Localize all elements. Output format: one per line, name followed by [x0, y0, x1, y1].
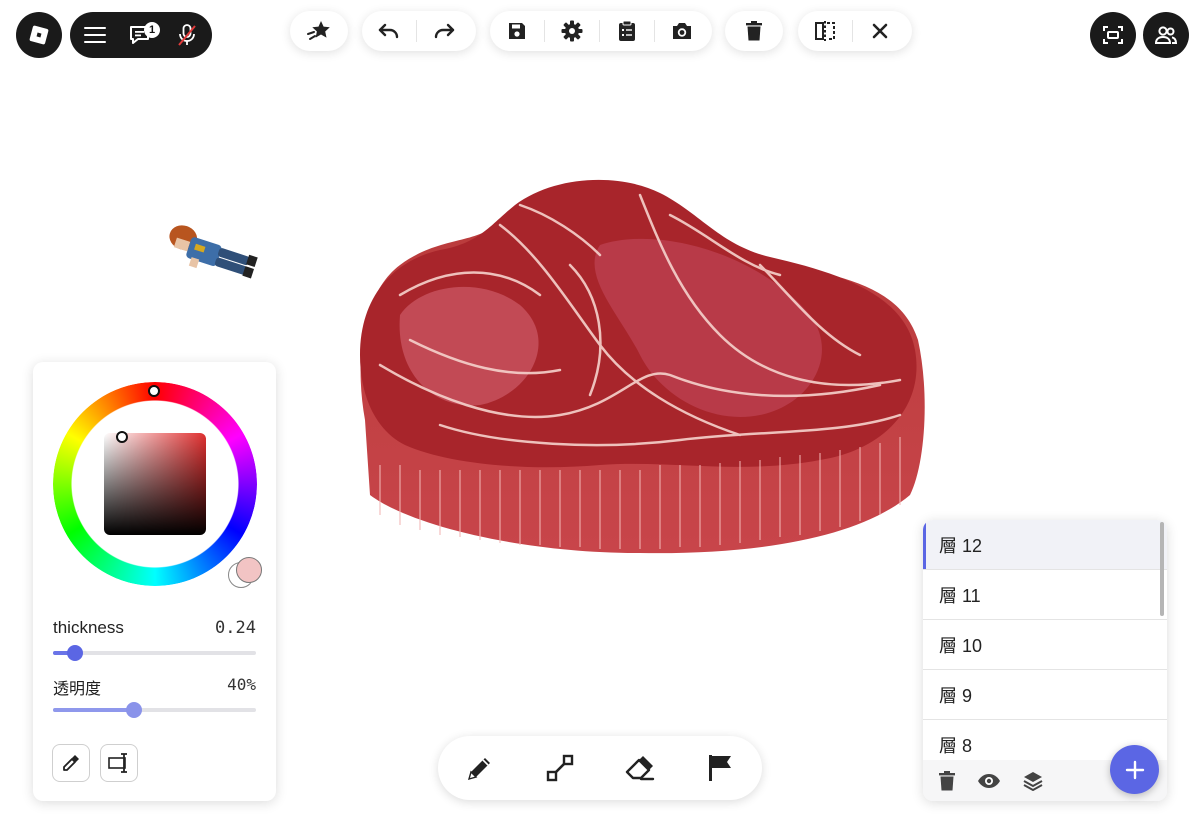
thickness-label: thickness [53, 618, 124, 637]
settings-button[interactable] [545, 10, 599, 52]
layer-item-label: 層 12 [939, 535, 983, 556]
pencil-icon [465, 753, 495, 783]
close-button[interactable] [853, 10, 907, 52]
visibility-eye-icon[interactable] [977, 773, 1001, 789]
eyedropper-button[interactable] [52, 744, 90, 782]
text-cursor-icon [108, 753, 130, 773]
opacity-label: 透明度 [53, 681, 102, 698]
line-tool-icon [545, 753, 575, 783]
hue-handle[interactable] [148, 385, 160, 397]
opacity-slider-fill [53, 708, 134, 712]
layer-list: 層 12 層 11 層 10 層 9 層 8 [923, 520, 1167, 760]
redo-button[interactable] [417, 10, 471, 52]
current-color-swatch[interactable] [236, 557, 262, 583]
delete-layer-trash-icon[interactable] [939, 770, 955, 791]
toolbar-history-group [362, 11, 476, 51]
eyedropper-icon [61, 753, 81, 773]
menu-button[interactable] [72, 14, 118, 56]
toolbar-file-group [490, 11, 712, 51]
roblox-logo-icon [28, 24, 50, 46]
settings-gear-icon [561, 20, 583, 42]
pencil-tool-button[interactable] [444, 736, 516, 800]
thickness-slider-track[interactable] [53, 651, 256, 655]
layer-item[interactable]: 層 9 [923, 670, 1167, 720]
delete-button[interactable] [727, 10, 781, 52]
camera-button[interactable] [655, 10, 709, 52]
thickness-value: 0.24 [215, 618, 256, 638]
flag-tool-button[interactable] [684, 736, 756, 800]
eraser-tool-button[interactable] [604, 736, 676, 800]
eraser-icon [624, 753, 656, 783]
layer-item-label: 層 10 [939, 635, 983, 656]
save-button[interactable] [490, 10, 544, 52]
trash-icon [746, 21, 762, 41]
mirror-split-icon [814, 20, 836, 42]
clipboard-list-icon [617, 20, 637, 42]
camera-icon [671, 21, 693, 41]
toolbar-view-group [798, 11, 912, 51]
layer-item-label: 層 8 [939, 735, 973, 756]
bottom-toolbar [438, 736, 762, 800]
mirror-button[interactable] [798, 10, 852, 52]
layer-item[interactable]: 層 11 [923, 570, 1167, 620]
layer-item[interactable]: 層 12 [923, 520, 1167, 570]
screen-capture-button[interactable] [1090, 12, 1136, 58]
opacity-slider-handle[interactable] [126, 702, 142, 718]
mic-button[interactable] [164, 14, 210, 56]
save-icon [507, 21, 527, 41]
hamburger-menu-icon [84, 26, 106, 44]
thickness-slider-handle[interactable] [67, 645, 83, 661]
color-panel: thickness 0.24 透明度 40% [33, 362, 276, 801]
saturation-square[interactable] [104, 431, 206, 535]
people-button[interactable] [1143, 12, 1189, 58]
layer-item-label: 層 11 [939, 585, 981, 606]
people-icon [1154, 25, 1178, 45]
chat-button[interactable]: 1 [118, 14, 164, 56]
flag-icon [705, 753, 735, 783]
screen-capture-icon [1102, 25, 1124, 45]
top-left-menu-group: 1 [70, 12, 212, 58]
layers-icon[interactable] [1023, 771, 1043, 791]
close-icon [872, 23, 888, 39]
microphone-muted-icon [177, 23, 197, 47]
undo-button[interactable] [362, 10, 416, 52]
plus-icon [1125, 760, 1145, 780]
layer-item-label: 層 9 [939, 685, 973, 706]
saturation-handle[interactable] [116, 431, 128, 443]
layer-list-scrollbar[interactable] [1160, 522, 1164, 616]
favorite-star-icon [306, 20, 332, 42]
toolbar-delete-group [725, 11, 783, 51]
text-tool-button[interactable] [100, 744, 138, 782]
line-tool-button[interactable] [524, 736, 596, 800]
steak-drawing [340, 165, 940, 570]
add-layer-button[interactable] [1110, 745, 1159, 794]
opacity-value: 40% [227, 675, 256, 694]
layer-item[interactable]: 層 10 [923, 620, 1167, 670]
clipboard-button[interactable] [600, 10, 654, 52]
redo-icon [432, 22, 456, 40]
roblox-avatar-character [155, 225, 265, 300]
favorite-button[interactable] [292, 10, 346, 52]
undo-icon [377, 22, 401, 40]
chat-badge: 1 [144, 22, 160, 38]
roblox-logo-button[interactable] [16, 12, 62, 58]
toolbar-favorite-group [290, 11, 348, 51]
